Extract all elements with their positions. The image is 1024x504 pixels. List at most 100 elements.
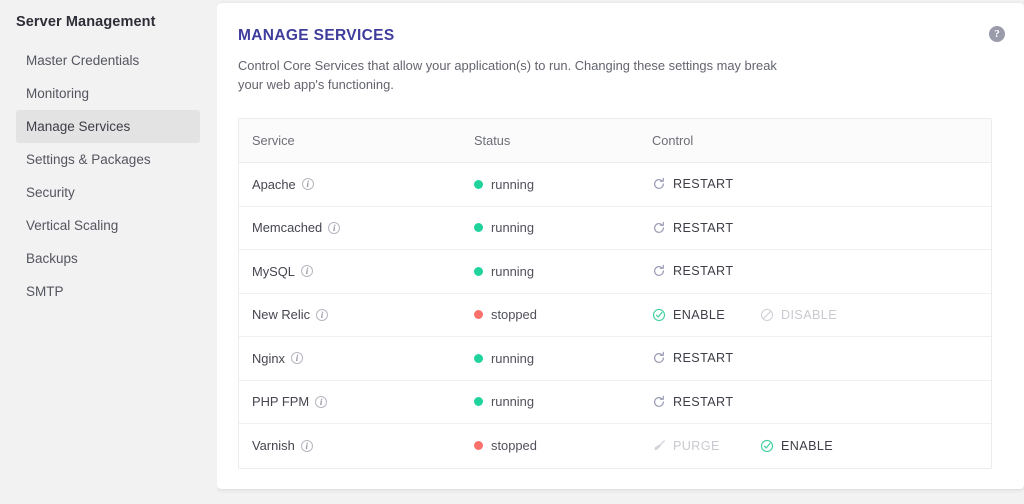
sidebar-item-manage-services[interactable]: Manage Services	[16, 110, 200, 143]
column-header-service: Service	[252, 133, 295, 148]
table-header-row: Service Status Control	[239, 119, 991, 163]
purge-button: PURGE	[652, 439, 760, 453]
page-title: MANAGE SERVICES	[238, 27, 395, 44]
status-dot-icon	[474, 441, 483, 451]
sidebar-item-label: Backups	[26, 251, 78, 266]
info-icon[interactable]: i	[328, 221, 341, 234]
status-dot-icon	[474, 397, 483, 407]
table-row: New Relic i stopped ENABLE DISABLE	[239, 294, 991, 337]
restart-button[interactable]: RESTART	[652, 395, 760, 409]
cell-status: running	[474, 264, 652, 279]
table-body: Apache i running RESTART Memcached i running RE…	[239, 163, 991, 468]
service-name: Varnish i	[252, 438, 474, 453]
status-badge: running	[474, 177, 652, 192]
service-name-label: New Relic	[252, 307, 311, 323]
action-label: ENABLE	[673, 307, 726, 322]
status-badge: running	[474, 394, 652, 409]
sidebar-item-smtp[interactable]: SMTP	[16, 275, 200, 308]
status-badge: stopped	[474, 307, 652, 322]
service-name-label: Memcached	[252, 220, 323, 236]
sidebar-item-label: Manage Services	[26, 119, 131, 134]
check-circle-icon	[652, 308, 666, 322]
table-row: Apache i running RESTART	[239, 163, 991, 207]
main-content: MANAGE SERVICES Control Core Services th…	[217, 0, 1024, 504]
service-name-label: MySQL	[252, 263, 295, 279]
restart-button[interactable]: RESTART	[652, 221, 760, 235]
sidebar-item-settings-packages[interactable]: Settings & Packages	[16, 143, 200, 176]
info-icon[interactable]: i	[315, 395, 328, 408]
sidebar-item-label: Vertical Scaling	[26, 218, 119, 233]
table-row: PHP FPM i running RESTART	[239, 381, 991, 424]
cell-control: PURGE ENABLE	[652, 439, 991, 453]
column-header-status: Status	[474, 133, 511, 148]
info-icon[interactable]: i	[300, 265, 313, 278]
status-dot-icon	[474, 223, 483, 233]
cell-control: RESTART	[652, 395, 991, 409]
status-badge: running	[474, 351, 652, 366]
cell-status: stopped	[474, 307, 652, 322]
action-label: ENABLE	[781, 438, 834, 453]
restart-button[interactable]: RESTART	[652, 351, 760, 365]
sidebar-item-label: Master Credentials	[26, 53, 140, 68]
info-icon[interactable]: i	[316, 308, 329, 321]
table-row: Varnish i stopped PURGE ENABLE	[239, 424, 991, 468]
service-name-label: Nginx	[252, 350, 285, 366]
broom-icon	[652, 439, 666, 453]
cell-service: New Relic i	[252, 307, 474, 322]
service-name: Nginx i	[252, 351, 474, 366]
action-label: PURGE	[673, 438, 720, 453]
status-label: running	[491, 220, 535, 236]
sidebar-item-label: Monitoring	[26, 86, 90, 101]
status-dot-icon	[474, 266, 483, 276]
disable-button: DISABLE	[760, 308, 868, 322]
cell-service: Nginx i	[252, 351, 474, 366]
action-label: RESTART	[673, 394, 734, 409]
status-label: running	[491, 176, 535, 192]
cell-status: running	[474, 177, 652, 192]
action-label: RESTART	[673, 177, 734, 192]
enable-button[interactable]: ENABLE	[760, 439, 868, 453]
sidebar-item-label: Security	[26, 185, 75, 200]
restart-button[interactable]: RESTART	[652, 264, 760, 278]
cell-status: running	[474, 394, 652, 409]
sidebar-item-monitoring[interactable]: Monitoring	[16, 77, 200, 110]
cell-service: Memcached i	[252, 220, 474, 235]
refresh-icon	[652, 395, 666, 409]
cell-status: running	[474, 351, 652, 366]
refresh-icon	[652, 177, 666, 191]
cell-control: RESTART	[652, 221, 991, 235]
status-badge: running	[474, 220, 652, 235]
sidebar-item-label: Settings & Packages	[26, 152, 151, 167]
app-root: Server Management Master Credentials Moni…	[0, 0, 1024, 504]
question-mark-icon[interactable]: ?	[989, 26, 1005, 42]
sidebar-item-master-credentials[interactable]: Master Credentials	[16, 44, 200, 77]
cell-service: Varnish i	[252, 438, 474, 453]
sidebar-item-vertical-scaling[interactable]: Vertical Scaling	[16, 209, 200, 242]
cell-status: running	[474, 220, 652, 235]
status-label: running	[491, 350, 535, 366]
service-name: Memcached i	[252, 220, 474, 235]
info-icon[interactable]: i	[300, 439, 313, 452]
cell-status: stopped	[474, 438, 652, 453]
service-name: MySQL i	[252, 264, 474, 279]
action-label: RESTART	[673, 264, 734, 279]
cell-control: RESTART	[652, 177, 991, 191]
info-icon[interactable]: i	[290, 352, 303, 365]
sidebar-item-backups[interactable]: Backups	[16, 242, 200, 275]
card-header: MANAGE SERVICES Control Core Services th…	[217, 3, 1024, 94]
status-label: running	[491, 394, 535, 410]
info-icon[interactable]: i	[301, 178, 314, 191]
enable-button[interactable]: ENABLE	[652, 308, 760, 322]
restart-button[interactable]: RESTART	[652, 177, 760, 191]
service-name: Apache i	[252, 177, 474, 192]
sidebar-item-security[interactable]: Security	[16, 176, 200, 209]
status-label: stopped	[491, 438, 537, 454]
cell-service: PHP FPM i	[252, 394, 474, 409]
cell-service: MySQL i	[252, 264, 474, 279]
table-row: MySQL i running RESTART	[239, 250, 991, 294]
column-header-control: Control	[652, 133, 694, 148]
service-name: PHP FPM i	[252, 394, 474, 409]
sidebar-title: Server Management	[16, 14, 156, 30]
action-label: RESTART	[673, 351, 734, 366]
sidebar-item-label: SMTP	[26, 284, 64, 299]
